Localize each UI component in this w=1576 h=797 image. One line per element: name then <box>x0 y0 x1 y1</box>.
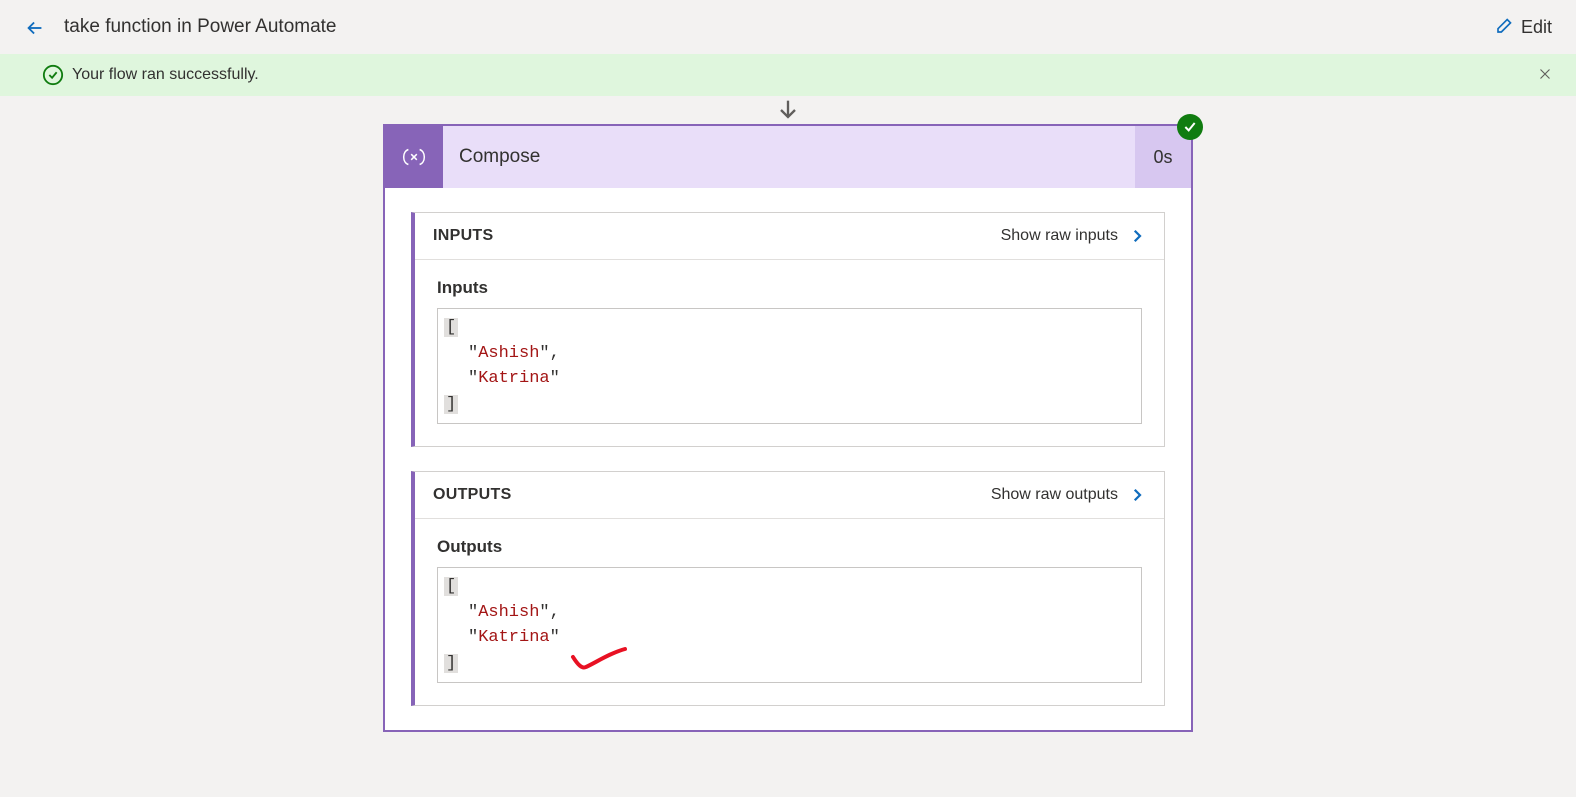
chevron-right-icon <box>1128 227 1146 245</box>
outputs-code[interactable]: [ "Ashish", "Katrina" ] <box>437 567 1142 683</box>
card-header[interactable]: Compose 0s <box>385 126 1191 188</box>
outputs-section-head: OUTPUTS Show raw outputs <box>415 472 1164 519</box>
outputs-body: Outputs [ "Ashish", "Katrina" ] <box>415 519 1164 705</box>
edit-label: Edit <box>1521 17 1552 38</box>
inputs-label: INPUTS <box>433 227 493 245</box>
flow-title: take function in Power Automate <box>64 16 337 38</box>
inputs-body-label: Inputs <box>437 278 1142 298</box>
back-arrow-icon[interactable] <box>24 17 44 37</box>
close-icon[interactable] <box>1536 65 1556 85</box>
show-raw-inputs-text: Show raw inputs <box>1001 227 1118 245</box>
outputs-section: OUTPUTS Show raw outputs Outputs [ "Ashi… <box>411 471 1165 706</box>
inputs-section: INPUTS Show raw inputs Inputs [ "Ashish"… <box>411 212 1165 447</box>
top-bar: take function in Power Automate Edit <box>0 0 1576 54</box>
inputs-body: Inputs [ "Ashish", "Katrina" ] <box>415 260 1164 446</box>
compose-icon <box>385 126 443 188</box>
inputs-value-0: Ashish <box>478 344 539 363</box>
outputs-body-label: Outputs <box>437 537 1142 557</box>
show-raw-outputs-text: Show raw outputs <box>991 486 1118 504</box>
card-title: Compose <box>443 146 1135 168</box>
top-bar-left: take function in Power Automate <box>24 16 337 38</box>
action-card-compose[interactable]: Compose 0s INPUTS Show raw inputs Inputs… <box>383 124 1193 732</box>
show-raw-outputs-link[interactable]: Show raw outputs <box>991 486 1146 504</box>
connector-arrow-icon <box>0 96 1576 124</box>
chevron-right-icon <box>1128 486 1146 504</box>
inputs-code[interactable]: [ "Ashish", "Katrina" ] <box>437 308 1142 424</box>
edit-button[interactable]: Edit <box>1493 17 1552 38</box>
outputs-label: OUTPUTS <box>433 486 512 504</box>
inputs-section-head: INPUTS Show raw inputs <box>415 213 1164 260</box>
status-success-badge <box>1177 114 1203 140</box>
show-raw-inputs-link[interactable]: Show raw inputs <box>1001 227 1146 245</box>
inputs-value-1: Katrina <box>478 369 549 388</box>
flow-canvas: Compose 0s INPUTS Show raw inputs Inputs… <box>0 96 1576 732</box>
success-message: Your flow ran successfully. <box>72 66 259 84</box>
success-check-icon <box>42 64 64 86</box>
success-banner: Your flow ran successfully. <box>0 54 1576 96</box>
outputs-value-1: Katrina <box>478 628 549 647</box>
outputs-value-0: Ashish <box>478 603 539 622</box>
